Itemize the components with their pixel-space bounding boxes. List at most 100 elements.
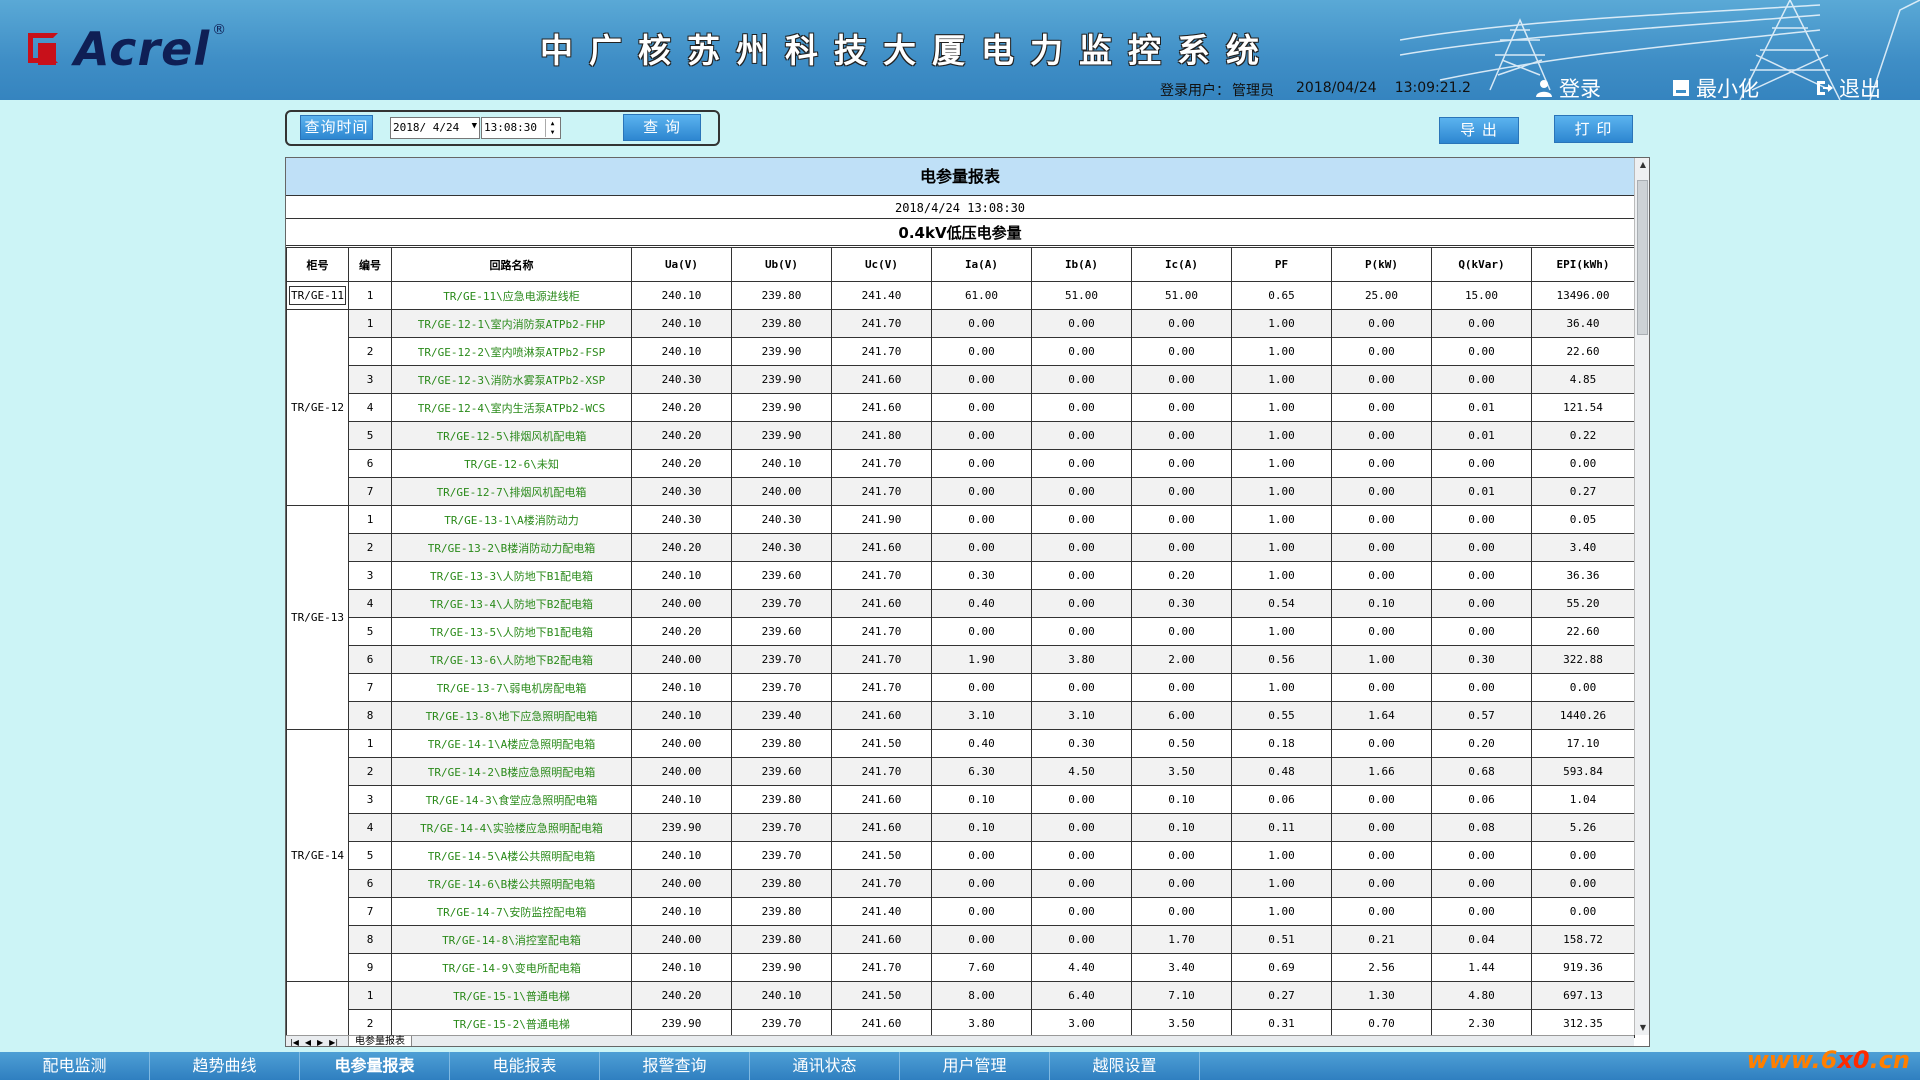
scroll-down-icon[interactable]: ▼: [1635, 1021, 1649, 1035]
login-button[interactable]: 登录: [1535, 73, 1601, 100]
value-cell: 0.00: [1331, 813, 1432, 842]
user-name: 管理员: [1232, 83, 1274, 99]
value-cell: 239.80: [731, 281, 832, 310]
value-cell: 0.00: [1331, 309, 1432, 338]
value-cell: 240.30: [631, 477, 732, 506]
table-row: 3 TR/GE-13-3\人防地下B1配电箱 240.10 239.60 241.70 0…: [287, 561, 1635, 590]
value-cell: 0.00: [1131, 533, 1232, 562]
first-sheet-icon[interactable]: |◀: [290, 1038, 299, 1047]
nav-item[interactable]: 电参量报表: [300, 1052, 450, 1080]
value-cell: 1.00: [1231, 421, 1332, 450]
dropdown-arrow-icon[interactable]: ▼: [472, 121, 477, 131]
value-cell: 1.30: [1331, 981, 1432, 1010]
nav-item[interactable]: 通讯状态: [750, 1052, 900, 1080]
nav-item[interactable]: 电能报表: [450, 1052, 600, 1080]
watermark-pre: www.6: [1746, 1046, 1838, 1074]
value-cell: 0.20: [1431, 729, 1532, 758]
value-cell: 0.57: [1431, 701, 1532, 730]
cabinet-cell: [286, 981, 349, 1038]
value-cell: 1.00: [1231, 309, 1332, 338]
vertical-scrollbar[interactable]: ▲ ▼: [1634, 158, 1649, 1035]
nav-item[interactable]: 配电监测: [0, 1052, 150, 1080]
value-cell: 0.00: [1031, 841, 1132, 870]
value-cell: 36.36: [1531, 561, 1635, 590]
brand-name: Acrel: [74, 22, 211, 76]
value-cell: 240.10: [631, 281, 732, 310]
loop-name: TR/GE-13-8\地下应急照明配电箱: [391, 701, 632, 730]
row-number: 4: [348, 393, 392, 422]
value-cell: 0.70: [1331, 1009, 1432, 1038]
value-cell: 240.20: [631, 449, 732, 478]
next-sheet-icon[interactable]: ▶: [317, 1038, 323, 1047]
value-cell: 0.00: [931, 365, 1032, 394]
value-cell: 0.00: [1131, 897, 1232, 926]
loop-name: TR/GE-11\应急电源进线柜: [391, 281, 632, 310]
value-cell: 1.00: [1231, 533, 1332, 562]
value-cell: 51.00: [1131, 281, 1232, 310]
prev-sheet-icon[interactable]: ◀: [305, 1038, 311, 1047]
scroll-up-icon[interactable]: ▲: [1635, 158, 1649, 172]
exit-button[interactable]: 退出: [1815, 73, 1881, 100]
value-cell: 240.10: [631, 561, 732, 590]
value-cell: 239.40: [731, 701, 832, 730]
scroll-thumb[interactable]: [1637, 180, 1648, 335]
minimize-button[interactable]: 最小化: [1672, 73, 1759, 100]
sheet-tab[interactable]: 电参量报表: [348, 1035, 413, 1046]
value-cell: 0.30: [1431, 645, 1532, 674]
value-cell: 1.44: [1431, 953, 1532, 982]
value-cell: 0.00: [1331, 533, 1432, 562]
row-number: 2: [348, 337, 392, 366]
value-cell: 0.00: [1031, 477, 1132, 506]
value-cell: 239.70: [731, 673, 832, 702]
value-cell: 0.00: [1431, 505, 1532, 534]
value-cell: 0.00: [1031, 421, 1132, 450]
value-cell: 0.00: [1331, 897, 1432, 926]
value-cell: 1.00: [1231, 561, 1332, 590]
value-cell: 1.00: [1231, 841, 1332, 870]
table-row: TR/GE-13 1 TR/GE-13-1\A楼消防动力 240.30 240.30 24…: [286, 505, 1635, 730]
value-cell: 1.00: [1231, 337, 1332, 366]
watermark-x0: x0: [1837, 1046, 1870, 1074]
query-date-picker[interactable]: 2018/ 4/24 ▼: [390, 117, 480, 139]
value-cell: 1.00: [1231, 673, 1332, 702]
loop-name: TR/GE-12-4\室内生活泵ATPb2-WCS: [391, 393, 632, 422]
value-cell: 6.40: [1031, 981, 1132, 1010]
nav-item[interactable]: 用户管理: [900, 1052, 1050, 1080]
value-cell: 1.00: [1231, 393, 1332, 422]
table-row: 6 TR/GE-13-6\人防地下B2配电箱 240.00 239.70 241.70 1…: [287, 645, 1635, 674]
value-cell: 0.00: [931, 925, 1032, 954]
query-button[interactable]: 查 询: [623, 114, 701, 141]
value-cell: 3.40: [1131, 953, 1232, 982]
value-cell: 0.00: [1531, 897, 1635, 926]
value-cell: 0.00: [1331, 617, 1432, 646]
cabinet-cell: TR/GE-14: [286, 729, 349, 982]
last-sheet-icon[interactable]: ▶|: [329, 1038, 338, 1047]
user-icon: [1536, 80, 1552, 97]
loop-name: TR/GE-14-1\A楼应急照明配电箱: [391, 729, 632, 758]
export-button[interactable]: 导 出: [1439, 117, 1519, 144]
loop-name: TR/GE-14-6\B楼公共照明配电箱: [391, 869, 632, 898]
value-cell: 7.10: [1131, 981, 1232, 1010]
value-cell: 241.90: [831, 505, 932, 534]
value-cell: 0.00: [1031, 617, 1132, 646]
value-cell: 158.72: [1531, 925, 1635, 954]
value-cell: 241.70: [831, 337, 932, 366]
time-spinner-icon[interactable]: ▲ ▼: [545, 119, 559, 137]
loop-name: TR/GE-12-7\排烟风机配电箱: [391, 477, 632, 506]
print-button[interactable]: 打 印: [1554, 115, 1633, 143]
nav-item[interactable]: 趋势曲线: [150, 1052, 300, 1080]
value-cell: 1.00: [1231, 477, 1332, 506]
table-row: 6 TR/GE-14-6\B楼公共照明配电箱 240.00 239.80 241.70 0…: [287, 869, 1635, 898]
value-cell: 1.00: [1231, 869, 1332, 898]
value-cell: 239.80: [731, 897, 832, 926]
nav-item[interactable]: 越限设置: [1050, 1052, 1200, 1080]
value-cell: 240.30: [631, 505, 732, 534]
value-cell: 240.30: [631, 365, 732, 394]
query-time-input[interactable]: 13:08:30 ▲ ▼: [481, 117, 561, 139]
value-cell: 3.80: [931, 1009, 1032, 1038]
value-cell: 0.50: [1131, 729, 1232, 758]
value-cell: 239.60: [731, 617, 832, 646]
nav-item[interactable]: 报警查询: [600, 1052, 750, 1080]
value-cell: 0.00: [1131, 505, 1232, 534]
value-cell: 0.00: [1131, 393, 1232, 422]
